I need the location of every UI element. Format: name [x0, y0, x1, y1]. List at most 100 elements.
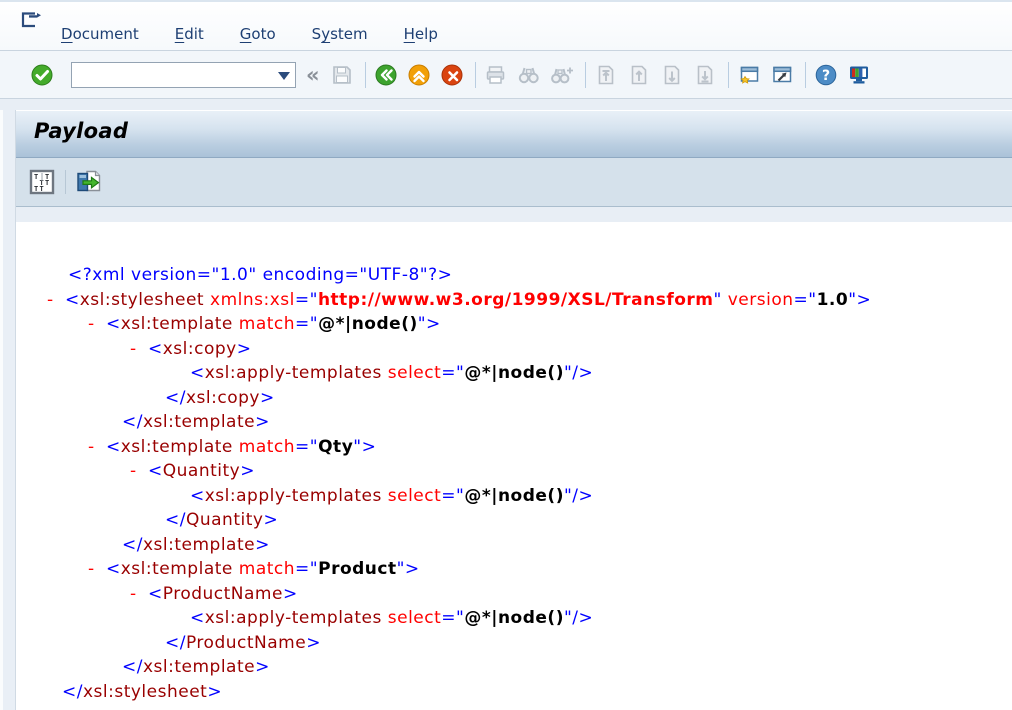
- toolbar-gap-strip: [0, 99, 1012, 110]
- enter-button[interactable]: [30, 63, 54, 87]
- code-token: 1.0: [817, 290, 849, 310]
- code-token: >: [207, 682, 222, 702]
- export-button[interactable]: [76, 169, 102, 195]
- code-token: </: [62, 682, 83, 702]
- code-token: xsl:template: [143, 412, 255, 432]
- code-token: </: [122, 657, 143, 677]
- toolbar-separator: [475, 62, 476, 88]
- code-token: =": [794, 290, 817, 310]
- command-field-dropdown-icon[interactable]: [278, 72, 290, 80]
- table-view-icon: TT TT TT: [29, 169, 55, 195]
- new-session-button[interactable]: [737, 63, 761, 87]
- enter-check-icon: [30, 63, 54, 87]
- code-token: =": [295, 437, 318, 457]
- collapse-node-toggle[interactable]: -: [88, 312, 95, 337]
- previous-page-button[interactable]: [627, 63, 651, 87]
- code-token: <: [106, 437, 121, 457]
- collapse-node-toggle[interactable]: -: [130, 337, 137, 362]
- find-next-icon: [550, 63, 574, 87]
- collapse-node-toggle[interactable]: -: [130, 459, 137, 484]
- code-token: <: [190, 363, 205, 383]
- collapse-node-toggle[interactable]: -: [88, 435, 95, 460]
- last-page-button[interactable]: [693, 63, 717, 87]
- print-icon: [484, 63, 508, 87]
- code-token: >: [240, 461, 255, 481]
- code-token: <: [106, 314, 121, 334]
- code-token: http://www.w3.org/1999/XSL/Transform: [318, 290, 714, 310]
- save-floppy-icon: [330, 63, 354, 87]
- code-token: select: [388, 486, 442, 506]
- code-token: <: [148, 584, 163, 604]
- print-button[interactable]: [484, 63, 508, 87]
- xml-tree: <?xml version="1.0" encoding="UTF-8"?>-<…: [16, 263, 1012, 704]
- code-token: <: [106, 559, 121, 579]
- code-token: xsl:template: [121, 559, 239, 579]
- xml-line: -<ProductName>: [16, 582, 1012, 607]
- menu-item-goto[interactable]: Goto: [237, 25, 279, 43]
- menu-item-system[interactable]: System: [309, 25, 371, 43]
- code-token: ">: [418, 314, 441, 334]
- next-page-button[interactable]: [660, 63, 684, 87]
- exit-icon: [407, 63, 431, 87]
- menu-item-edit[interactable]: Edit: [172, 25, 207, 43]
- code-token: >: [306, 633, 321, 653]
- collapse-node-toggle[interactable]: -: [88, 557, 95, 582]
- table-view-button[interactable]: TT TT TT: [29, 169, 55, 195]
- customize-local-layout-button[interactable]: [847, 63, 871, 87]
- customize-layout-monitor-icon: [847, 63, 871, 87]
- xml-line: <?xml version="1.0" encoding="UTF-8"?>: [16, 263, 1012, 288]
- code-token: Product: [318, 559, 397, 579]
- next-page-icon: [660, 63, 684, 87]
- find-button[interactable]: [517, 63, 541, 87]
- code-token: </: [122, 412, 143, 432]
- code-token: xsl:template: [143, 535, 255, 555]
- toolbar-separator: [728, 62, 729, 88]
- back-button[interactable]: [374, 63, 398, 87]
- standard-toolbar: «: [0, 51, 1012, 99]
- help-button[interactable]: ?: [814, 63, 838, 87]
- toolbar-separator: [365, 62, 366, 88]
- collapse-toolbar-icon[interactable]: «: [306, 63, 320, 87]
- save-button[interactable]: [330, 63, 354, 87]
- command-field[interactable]: [71, 62, 296, 88]
- previous-page-icon: [627, 63, 651, 87]
- code-token: "/>: [564, 486, 593, 506]
- code-token: </: [165, 510, 186, 530]
- collapse-node-toggle[interactable]: -: [130, 582, 137, 607]
- last-page-icon: [693, 63, 717, 87]
- create-shortcut-button[interactable]: [770, 63, 794, 87]
- menu-exit-icon[interactable]: [18, 9, 44, 35]
- code-token: @*|node(): [318, 314, 418, 334]
- code-token: "/>: [564, 608, 593, 628]
- xml-line: -<xsl:copy>: [16, 337, 1012, 362]
- xml-line: -<xsl:template match="Qty">: [16, 435, 1012, 460]
- first-page-button[interactable]: [594, 63, 618, 87]
- xml-line: </xsl:template>: [16, 655, 1012, 680]
- exit-button[interactable]: [407, 63, 431, 87]
- code-token: =": [441, 608, 464, 628]
- code-token: ">: [353, 437, 376, 457]
- code-token: =": [441, 486, 464, 506]
- collapse-node-toggle[interactable]: -: [47, 288, 54, 313]
- code-token: @*|node(): [464, 363, 564, 383]
- cancel-button[interactable]: [440, 63, 464, 87]
- code-token: xsl:stylesheet: [80, 290, 210, 310]
- find-next-button[interactable]: [550, 63, 574, 87]
- toolbar-separator: [805, 62, 806, 88]
- code-token: xsl:apply-templates: [205, 486, 388, 506]
- code-token: Qty: [318, 437, 353, 457]
- xml-line: <xsl:apply-templates select="@*|node()"/…: [16, 361, 1012, 386]
- xml-line: <xsl:apply-templates select="@*|node()"/…: [16, 484, 1012, 509]
- code-token: =": [295, 559, 318, 579]
- menu-items: Document Edit Goto System Help: [58, 25, 441, 43]
- sap-gui-window: Document Edit Goto System Help «: [0, 0, 1012, 710]
- menu-item-help[interactable]: Help: [401, 25, 441, 43]
- code-token: xsl:template: [143, 657, 255, 677]
- code-token: version: [728, 290, 794, 310]
- menu-item-document[interactable]: Document: [58, 25, 142, 43]
- command-field-wrap: [71, 62, 296, 88]
- code-token: match: [239, 314, 295, 334]
- code-token: <: [148, 339, 163, 359]
- toolbar-separator: [585, 62, 586, 88]
- payload-toolbar-separator: [65, 170, 66, 194]
